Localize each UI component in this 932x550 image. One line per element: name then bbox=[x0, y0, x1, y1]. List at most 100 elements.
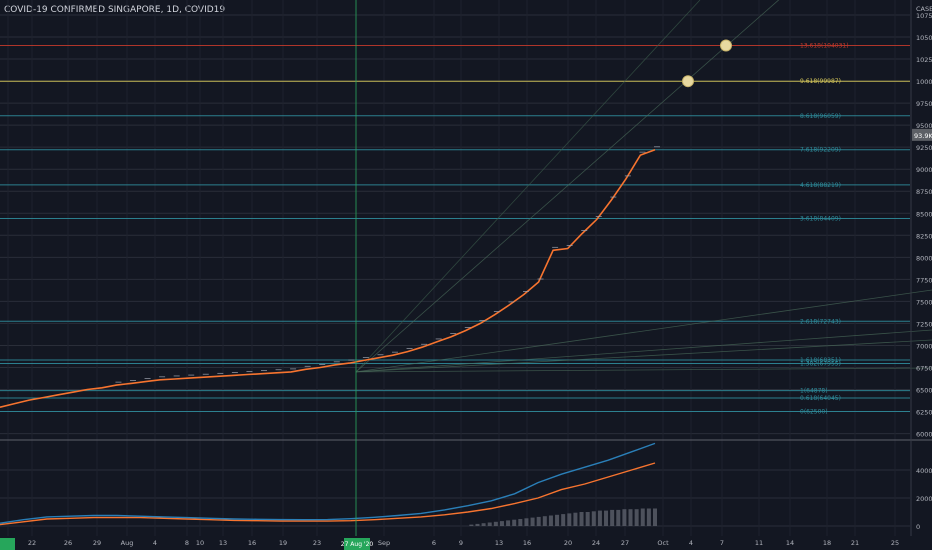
x-tick-label: 22 bbox=[28, 539, 36, 547]
y-tick-label: 65000 bbox=[916, 387, 932, 395]
x-tick-label: 9 bbox=[459, 539, 463, 547]
sub-y-tick-label: 0 bbox=[916, 523, 920, 531]
x-tick-label: 20 bbox=[564, 539, 572, 547]
volume-bar bbox=[499, 521, 504, 526]
fib-level-label: 0.618(64045) bbox=[800, 395, 841, 402]
y-tick-label: 90000 bbox=[916, 166, 932, 174]
sub-y-tick-label: 4000 bbox=[916, 467, 932, 475]
fib-level-label: 1.618(68351) bbox=[800, 357, 841, 364]
fib-level-label: 9.618(99987) bbox=[800, 78, 841, 85]
y-tick-label: 62500 bbox=[916, 409, 932, 417]
y-tick-label: 77500 bbox=[916, 276, 932, 284]
fib-levels: 0(62500)0.618(64045)1(64878)1.382(67955)… bbox=[0, 43, 910, 416]
chart-marks bbox=[115, 39, 732, 383]
volume-bar bbox=[634, 509, 639, 526]
volume-bar bbox=[524, 518, 529, 526]
y-tick-label: 75000 bbox=[916, 298, 932, 306]
volume-bar bbox=[646, 508, 651, 526]
y-axis-title: CASES bbox=[916, 5, 932, 13]
y-tick-label: 72500 bbox=[916, 320, 932, 328]
volume-bar bbox=[506, 520, 511, 526]
y-tick-label: 60000 bbox=[916, 431, 932, 439]
volume-bar bbox=[567, 513, 572, 526]
x-tick-label: 27 bbox=[621, 539, 629, 547]
volume-bar bbox=[530, 517, 535, 526]
fib-level-label: 4.618(88219) bbox=[800, 182, 841, 189]
volume-bar bbox=[548, 515, 553, 526]
y-tick-label: 97500 bbox=[916, 100, 932, 108]
fib-level-label: 13.618(104031) bbox=[800, 43, 849, 50]
x-tick-label: 24 bbox=[592, 539, 600, 547]
volume-bar bbox=[640, 508, 645, 526]
x-tick-label: 16 bbox=[523, 539, 531, 547]
x-start-label-bg bbox=[0, 538, 15, 550]
fib-level-label: 7.618(92209) bbox=[800, 147, 841, 154]
volume-bar bbox=[469, 524, 474, 526]
x-tick-label: Sep bbox=[378, 539, 390, 547]
volume-bar bbox=[591, 511, 596, 526]
volume-bars bbox=[469, 508, 657, 526]
y-tick-label: 107500 bbox=[916, 12, 932, 20]
y-tick-label: 82500 bbox=[916, 232, 932, 240]
fib-level-label: 1(64878) bbox=[800, 388, 828, 395]
x-tick-label: 13 bbox=[219, 539, 227, 547]
last-value-label: 93.9K bbox=[914, 132, 932, 140]
x-tick-label: 29 bbox=[93, 539, 101, 547]
volume-bar bbox=[512, 519, 517, 526]
x-tick-label: 11 bbox=[755, 539, 763, 547]
volume-bar bbox=[475, 523, 480, 526]
x-tick-label: 6 bbox=[432, 539, 436, 547]
y-tick-label: 67500 bbox=[916, 364, 932, 372]
fib-level-label: 8.618(96059) bbox=[800, 113, 841, 120]
x-tick-label: 25 bbox=[891, 539, 899, 547]
x-tick-label: 10 bbox=[196, 539, 204, 547]
volume-bar bbox=[653, 508, 657, 526]
y-tick-label: 80000 bbox=[916, 254, 932, 262]
y-tick-label: 102500 bbox=[916, 56, 932, 64]
volume-bar bbox=[616, 509, 621, 526]
y-tick-label: 70000 bbox=[916, 342, 932, 350]
y-tick-label: 85000 bbox=[916, 210, 932, 218]
target-circle bbox=[720, 39, 732, 52]
x-tick-label: 21 bbox=[851, 539, 859, 547]
y-tick-label: 87500 bbox=[916, 188, 932, 196]
volume-bar bbox=[604, 510, 609, 526]
fib-level-label: 0(62500) bbox=[800, 409, 828, 416]
sub-y-tick-label: 2000 bbox=[916, 495, 932, 503]
grid bbox=[0, 0, 910, 536]
volume-bar bbox=[585, 512, 590, 526]
x-tick-label: 26 bbox=[64, 539, 72, 547]
fib-fan-lines bbox=[355, 0, 932, 373]
x-tick-label: 7 bbox=[720, 539, 724, 547]
x-tick-label: 8 bbox=[185, 539, 189, 547]
x-tick-label: 19 bbox=[279, 539, 287, 547]
volume-bar bbox=[597, 510, 602, 526]
volume-bar bbox=[561, 514, 566, 526]
price-line bbox=[0, 149, 656, 408]
x-tick-label: 16 bbox=[248, 539, 256, 547]
fib-level-label: 2.618(72743) bbox=[800, 318, 841, 325]
x-tick-label: 4 bbox=[153, 539, 157, 547]
fib-level-label: 3.618(84409) bbox=[800, 215, 841, 222]
volume-bar bbox=[628, 509, 633, 526]
volume-bar bbox=[518, 519, 523, 526]
volume-bar bbox=[573, 512, 578, 526]
x-tick-label: 4 bbox=[689, 539, 693, 547]
fan-line bbox=[355, 329, 932, 373]
x-tick-label: 23 bbox=[313, 539, 321, 547]
x-tick-label: Oct bbox=[657, 539, 669, 547]
target-circle bbox=[682, 75, 694, 88]
volume-bar bbox=[555, 514, 560, 526]
sub-series-line bbox=[0, 442, 656, 524]
fan-line bbox=[355, 367, 932, 373]
y-tick-label: 92500 bbox=[916, 144, 932, 152]
series-lines bbox=[0, 149, 656, 526]
fan-line bbox=[355, 0, 701, 373]
volume-bar bbox=[622, 509, 627, 526]
x-tick-label: Aug bbox=[121, 539, 134, 547]
fan-line bbox=[355, 0, 780, 373]
chart-canvas[interactable]: 0(62500)0.618(64045)1(64878)1.382(67955)… bbox=[0, 0, 932, 550]
volume-bar bbox=[536, 516, 541, 526]
y-tick-label: 100000 bbox=[916, 78, 932, 86]
crosshair-x-label: 27 Aug '20 bbox=[341, 541, 374, 548]
